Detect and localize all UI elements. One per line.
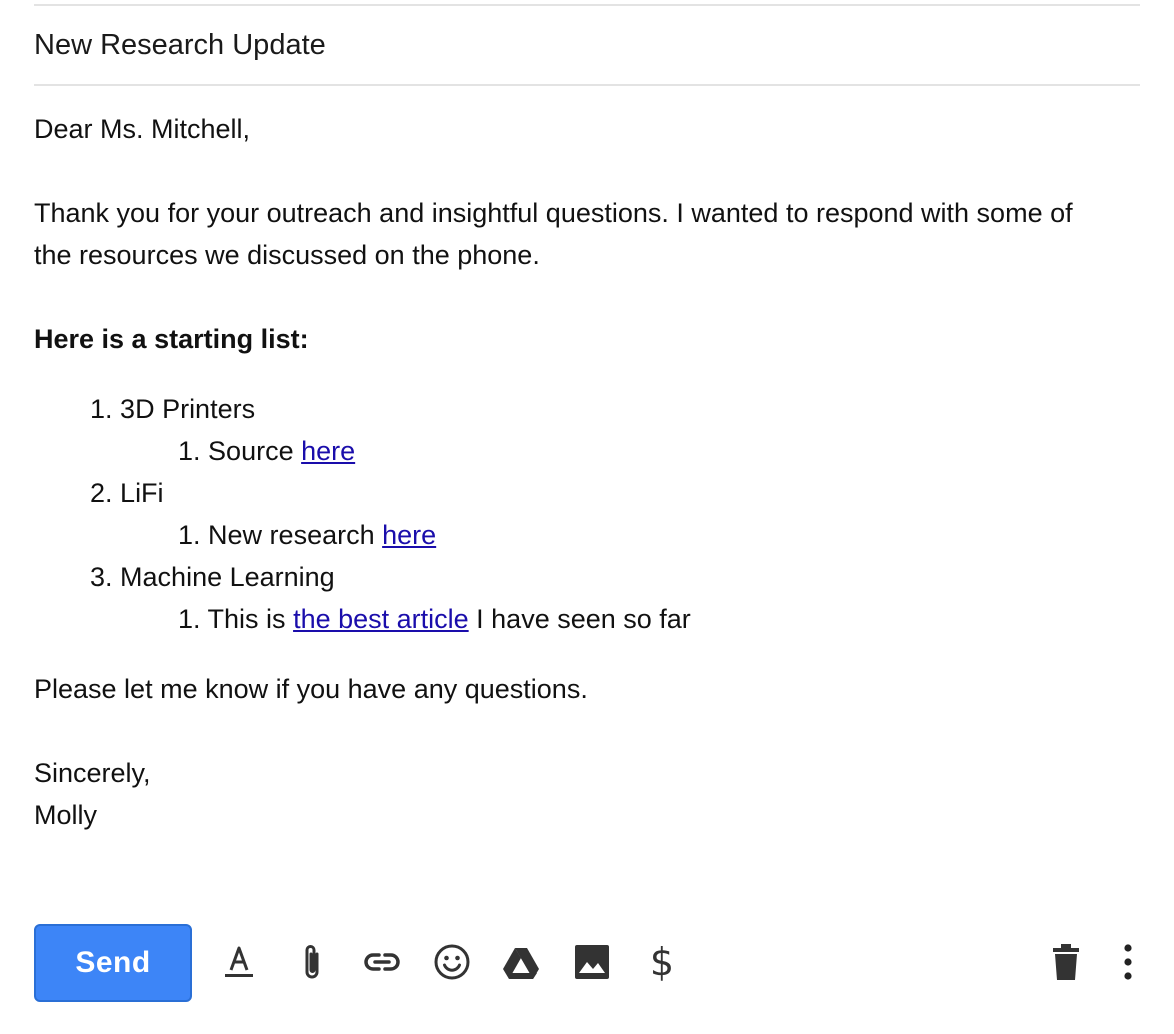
subject-text: New Research Update bbox=[34, 29, 326, 61]
send-button[interactable]: Send bbox=[34, 924, 192, 1002]
emoji-icon[interactable] bbox=[428, 938, 476, 986]
signature: Molly bbox=[34, 800, 98, 830]
list-number: 1. bbox=[90, 394, 113, 424]
dollar-symbol: $ bbox=[649, 940, 675, 984]
list-item: 1. 3D Printers bbox=[34, 388, 1144, 430]
list-item: 3. Machine Learning bbox=[34, 556, 1144, 598]
list-item-label: Machine Learning bbox=[120, 562, 335, 592]
sub-list-number: 1. bbox=[178, 604, 201, 634]
sub-list-text: New research bbox=[208, 520, 383, 550]
list-number: 2. bbox=[90, 478, 113, 508]
closing-line: Please let me know if you have any quest… bbox=[34, 674, 588, 704]
subject-field[interactable]: New Research Update bbox=[34, 28, 1140, 86]
sub-list-item: 1. Source here bbox=[34, 430, 1144, 472]
sub-list-number: 1. bbox=[178, 436, 201, 466]
sub-list-text: Source bbox=[208, 436, 302, 466]
more-options-icon[interactable] bbox=[1104, 938, 1152, 986]
sub-list-item: 1. This is the best article I have seen … bbox=[34, 598, 1144, 640]
list-number: 3. bbox=[90, 562, 113, 592]
top-divider bbox=[34, 4, 1140, 6]
list-heading: Here is a starting list: bbox=[34, 324, 309, 354]
message-body[interactable]: Dear Ms. Mitchell, Thank you for your ou… bbox=[34, 108, 1144, 836]
sub-list-text-after: I have seen so far bbox=[468, 604, 691, 634]
sub-list-item: 1. New research here bbox=[34, 514, 1144, 556]
list-item: 2. LiFi bbox=[34, 472, 1144, 514]
article-link[interactable]: the best article bbox=[293, 604, 469, 634]
sub-list-number: 1. bbox=[178, 520, 201, 550]
text-format-icon[interactable] bbox=[215, 938, 263, 986]
greeting: Dear Ms. Mitchell, bbox=[34, 114, 251, 144]
sub-list-text: This is bbox=[207, 604, 294, 634]
money-icon[interactable]: $ bbox=[638, 938, 686, 986]
compose-toolbar: Send $ bbox=[0, 924, 1174, 1004]
signoff: Sincerely, bbox=[34, 758, 151, 788]
drive-icon[interactable] bbox=[497, 938, 545, 986]
intro-line-2: the resources we discussed on the phone. bbox=[34, 240, 540, 270]
intro-line-1: Thank you for your outreach and insightf… bbox=[34, 198, 1073, 228]
attach-icon[interactable] bbox=[289, 938, 337, 986]
list-item-label: LiFi bbox=[120, 478, 164, 508]
trash-icon[interactable] bbox=[1042, 938, 1090, 986]
research-link[interactable]: here bbox=[382, 520, 436, 550]
source-link[interactable]: here bbox=[301, 436, 355, 466]
resource-list: 1. 3D Printers 1. Source here 2. LiFi 1.… bbox=[34, 388, 1144, 640]
photo-icon[interactable] bbox=[568, 938, 616, 986]
link-icon[interactable] bbox=[358, 938, 406, 986]
list-item-label: 3D Printers bbox=[120, 394, 256, 424]
